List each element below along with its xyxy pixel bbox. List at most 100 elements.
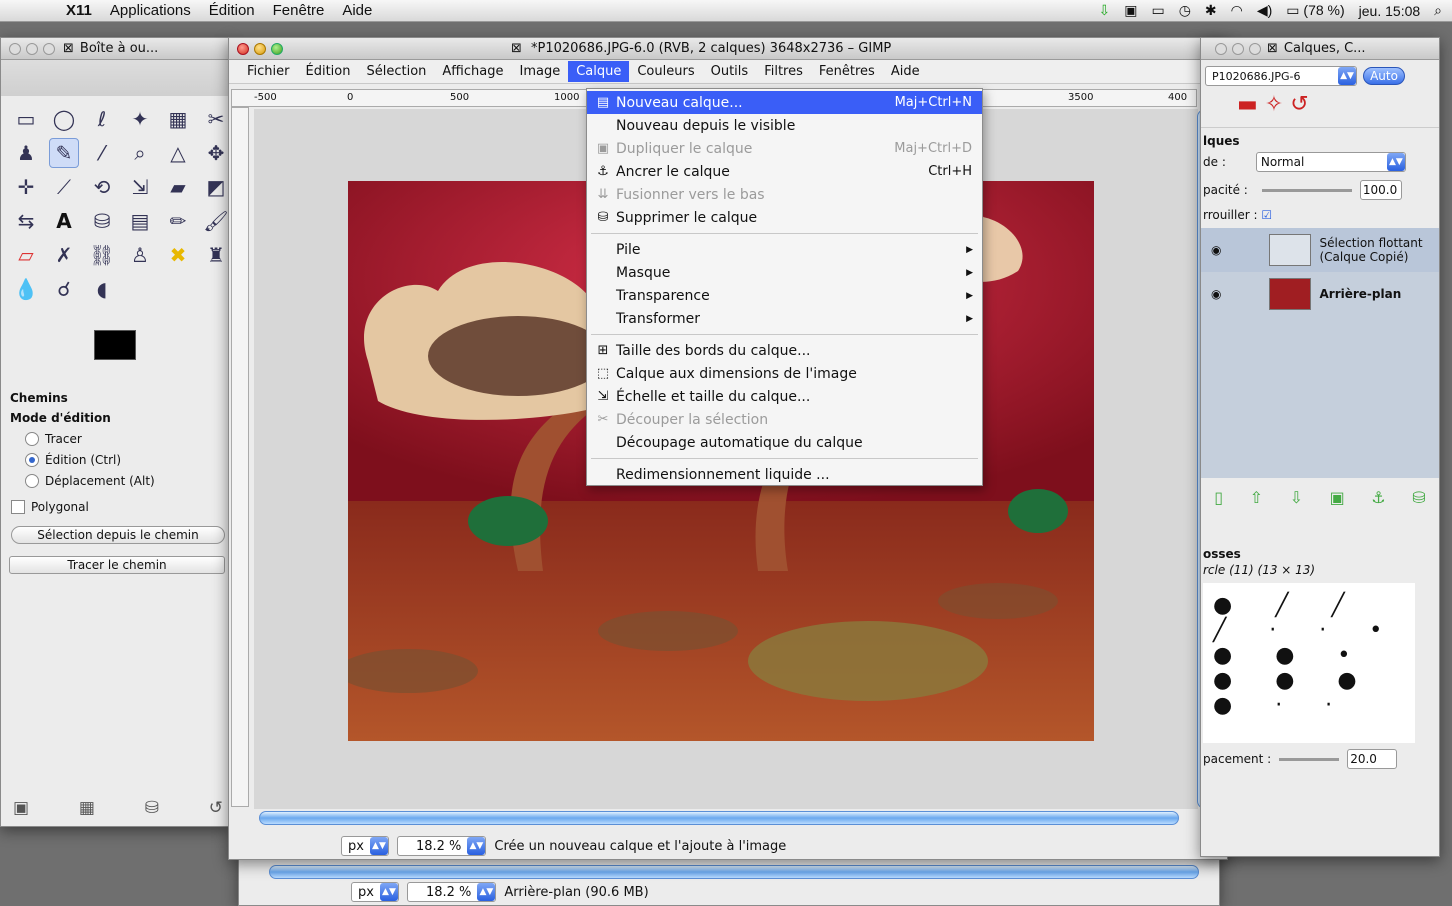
crop-icon[interactable]: ⟋ xyxy=(49,172,79,202)
spin-arrow-icon[interactable]: ▲▼ xyxy=(467,837,486,855)
menu-item-supprimer-le-calque[interactable]: ⛁ Supprimer le calque xyxy=(587,206,982,229)
dock-tabs[interactable]: ▬ ✧ ↺ xyxy=(1201,92,1439,128)
new-layer-icon[interactable]: ▯ xyxy=(1214,488,1223,507)
menu-fichier[interactable]: Fichier xyxy=(239,61,298,82)
align-icon[interactable]: ✛ xyxy=(11,172,41,202)
airbrush-icon[interactable]: ✗ xyxy=(49,240,79,270)
menu-item-redimensionnement-liquide[interactable]: Redimensionnement liquide ... xyxy=(587,463,982,486)
zoom-select[interactable]: 18.2 % ▲▼ xyxy=(396,836,487,856)
menu-item-pile[interactable]: Pile ▶ xyxy=(587,238,982,261)
trash-icon[interactable]: ⛁ xyxy=(1412,488,1425,507)
menubar-app[interactable]: X11 xyxy=(66,2,92,19)
radio-selected-icon[interactable] xyxy=(25,453,39,467)
zoom-button[interactable] xyxy=(43,42,55,55)
bluetooth-icon[interactable]: ✱ xyxy=(1205,2,1217,19)
spin-arrow-icon[interactable]: ▲▼ xyxy=(477,883,496,901)
horizontal-scrollbar[interactable] xyxy=(259,811,1179,825)
menu-calque[interactable]: Calque xyxy=(568,61,630,82)
menu-item-ancrer-le-calque[interactable]: ⚓ Ancrer le calque Ctrl+H xyxy=(587,160,982,183)
dodge-burn-icon[interactable]: ◖ xyxy=(87,274,117,304)
mode-tracer[interactable]: Tracer xyxy=(1,432,229,446)
save-options-icon[interactable]: ▣ xyxy=(13,798,29,818)
lasso-icon[interactable]: ℓ xyxy=(87,104,117,134)
menu-edition[interactable]: Édition xyxy=(298,61,359,82)
radio-icon[interactable] xyxy=(25,474,39,488)
menubar-item-applications[interactable]: Applications xyxy=(110,2,191,19)
menu-aide[interactable]: Aide xyxy=(883,61,928,82)
minimize-button[interactable] xyxy=(254,42,266,55)
spaces-icon[interactable]: ▣ xyxy=(1124,2,1137,19)
lock-checkbox-icon[interactable]: ☑ xyxy=(1261,208,1272,222)
layer-item-background[interactable]: ◉ Arrière-plan xyxy=(1201,272,1439,316)
spin-arrow-icon[interactable]: ▲▼ xyxy=(379,883,398,901)
move-icon[interactable]: ✥ xyxy=(201,138,231,168)
eye-icon[interactable]: ◉ xyxy=(1211,243,1221,257)
color-swatches[interactable] xyxy=(94,330,154,378)
mode-edition[interactable]: Édition (Ctrl) xyxy=(1,453,229,467)
rect-select-icon[interactable]: ▭ xyxy=(11,104,41,134)
polygonal-checkbox[interactable]: Polygonal xyxy=(1,500,229,514)
opacity-slider[interactable] xyxy=(1261,188,1352,192)
zoom-button[interactable] xyxy=(271,42,283,55)
opacity-spin[interactable]: 100.0 xyxy=(1359,180,1402,200)
perspective-clone-icon[interactable]: ♜ xyxy=(201,240,231,270)
delete-options-icon[interactable]: ⛁ xyxy=(145,798,159,818)
spotlight-icon[interactable]: ⌕ xyxy=(1434,2,1442,19)
mode-select[interactable]: Normal ▲▼ xyxy=(1255,152,1406,172)
menu-item-transparence[interactable]: Transparence ▶ xyxy=(587,284,982,307)
restore-options-icon[interactable]: ▦ xyxy=(79,798,95,818)
eraser-icon[interactable]: ▱ xyxy=(11,240,41,270)
menubar-item-edition[interactable]: Édition xyxy=(209,2,255,19)
ink-icon[interactable]: ⛓ xyxy=(87,240,117,270)
heal-icon[interactable]: ✖ xyxy=(163,240,193,270)
rotate-icon[interactable]: ⟲ xyxy=(87,172,117,202)
brush-grid[interactable]: ● ╱ ╱ ╱ · · • ● ● • ● ● ● ● · · xyxy=(1203,583,1415,743)
back-zoom-select[interactable]: 18.2 % ▲▼ xyxy=(406,882,497,902)
menu-affichage[interactable]: Affichage xyxy=(434,61,511,82)
spin-arrow-icon[interactable]: ▲▼ xyxy=(1338,67,1356,85)
clone-icon[interactable]: ♙ xyxy=(125,240,155,270)
color-picker-icon[interactable]: ⁄ xyxy=(87,138,117,168)
clock[interactable]: jeu. 15:08 xyxy=(1359,3,1421,19)
minimize-button[interactable] xyxy=(1232,42,1244,55)
foreground-select-icon[interactable]: ♟ xyxy=(11,138,41,168)
menu-item-transformer[interactable]: Transformer ▶ xyxy=(587,307,982,330)
toolbox-titlebar[interactable]: ⊠ Boîte à ou... xyxy=(1,38,229,60)
unit-select[interactable]: px ▲▼ xyxy=(341,836,389,856)
paintbrush-icon[interactable]: 🖌 xyxy=(201,206,231,236)
zoom-icon[interactable]: ⌕ xyxy=(125,138,155,168)
spin-arrow-icon[interactable]: ▲▼ xyxy=(369,837,388,855)
lower-icon[interactable]: ⇩ xyxy=(1290,488,1303,507)
auto-button[interactable]: Auto xyxy=(1363,67,1405,85)
reset-options-icon[interactable]: ↺ xyxy=(209,798,223,818)
menu-item-échelle-et-taille-du-calque[interactable]: ⇲ Échelle et taille du calque... xyxy=(587,385,982,408)
menu-item-découpage-automatique-du-calque[interactable]: Découpage automatique du calque xyxy=(587,431,982,454)
radio-icon[interactable] xyxy=(25,432,39,446)
spacing-slider[interactable] xyxy=(1279,757,1340,761)
image-select[interactable]: P1020686.JPG-6 ▲▼ xyxy=(1205,66,1357,86)
blur-icon[interactable]: 💧 xyxy=(11,274,41,304)
scissors-icon[interactable]: ✂ xyxy=(201,104,231,134)
menubar-item-aide[interactable]: Aide xyxy=(342,2,372,19)
duplicate-icon[interactable]: ▣ xyxy=(1330,488,1345,507)
stroke-path-button[interactable]: Tracer le chemin xyxy=(9,556,225,574)
close-button[interactable] xyxy=(237,42,249,55)
menu-outils[interactable]: Outils xyxy=(703,61,757,82)
layers-list[interactable]: ◉ Sélection flottant (Calque Copié) ◉ Arr… xyxy=(1201,228,1439,478)
close-button[interactable] xyxy=(9,42,21,55)
menu-item-nouveau-calque[interactable]: ▤ Nouveau calque... Maj+Ctrl+N xyxy=(587,91,982,114)
back-unit-select[interactable]: px ▲▼ xyxy=(351,882,399,902)
paths-icon[interactable]: ✎ xyxy=(49,138,79,168)
menu-selection[interactable]: Sélection xyxy=(358,61,434,82)
layer-item-floating[interactable]: ◉ Sélection flottant (Calque Copié) xyxy=(1201,228,1439,272)
spacing-spin[interactable]: 20.0 xyxy=(1347,749,1398,769)
text-icon[interactable]: A xyxy=(49,206,79,236)
sync-icon[interactable]: ⇩ xyxy=(1098,2,1110,19)
menu-filtres[interactable]: Filtres xyxy=(756,61,811,82)
zoom-button[interactable] xyxy=(1249,42,1261,55)
menu-item-nouveau-depuis-le-visible[interactable]: Nouveau depuis le visible xyxy=(587,114,982,137)
menubar-item-fenetre[interactable]: Fenêtre xyxy=(273,2,325,19)
spin-arrow-icon[interactable]: ▲▼ xyxy=(1386,153,1405,171)
display-icon[interactable]: ▭ xyxy=(1151,2,1164,19)
menu-item-masque[interactable]: Masque ▶ xyxy=(587,261,982,284)
